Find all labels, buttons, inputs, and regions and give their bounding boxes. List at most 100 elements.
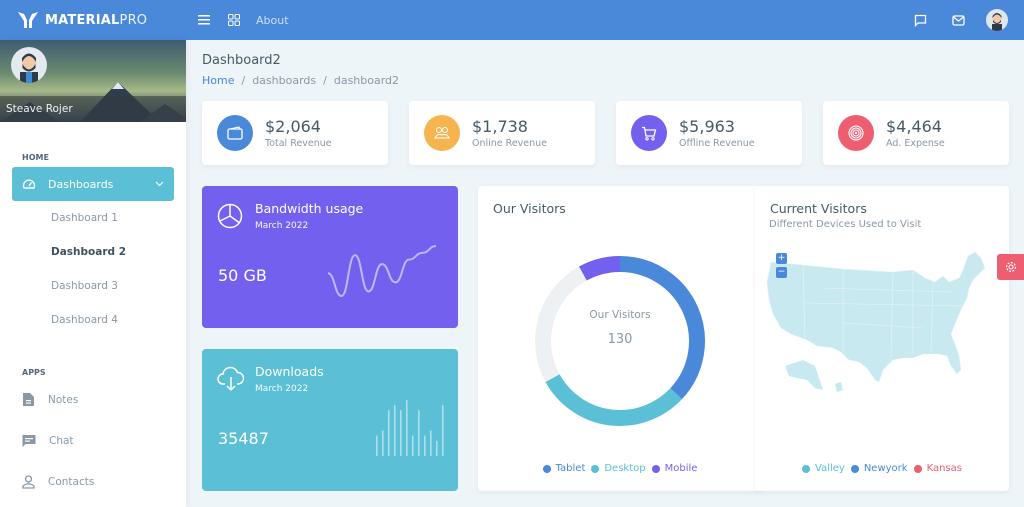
logo-icon — [18, 12, 38, 28]
page-title: Dashboard2 — [202, 53, 281, 68]
breadcrumb-dashboards[interactable]: dashboards — [252, 74, 316, 87]
mail-icon[interactable] — [950, 12, 966, 28]
legend-label: Valley — [815, 463, 845, 474]
breadcrumb-separator: / — [241, 74, 246, 87]
downloads-value: 35487 — [218, 429, 269, 448]
donut-slice-other[interactable] — [535, 266, 587, 382]
sidebar-item-dashboard-4[interactable]: Dashboard 4 — [51, 314, 118, 326]
bandwidth-value: 50 GB — [218, 266, 267, 285]
stat-value: $5,963 — [679, 116, 735, 136]
current-visitors-card: Current Visitors Different Devices Used … — [755, 186, 1009, 491]
wallet-icon — [217, 115, 253, 151]
map-zoom-out-button[interactable]: − — [776, 267, 787, 278]
user-profile: Steave Rojer — [0, 40, 186, 122]
donut-center-value: 130 — [607, 332, 633, 347]
breadcrumb-current: dashboard2 — [333, 74, 400, 87]
stat-label: Ad. Expense — [886, 137, 945, 149]
about-link[interactable]: About — [256, 14, 289, 27]
stat-card-total-revenue: $2,064 Total Revenue — [202, 101, 388, 165]
sidebar-item-dashboards[interactable]: Dashboards — [12, 167, 174, 201]
download-bar — [376, 435, 378, 456]
brand-name: MATERIALPRO — [45, 12, 148, 28]
legend-item-tablet[interactable]: Tablet — [542, 463, 586, 474]
downloads-subtitle: March 2022 — [255, 384, 309, 394]
legend-item-newyork[interactable]: Newyork — [850, 463, 908, 474]
chevron-down-icon — [155, 181, 164, 187]
legend-dot — [850, 464, 859, 473]
legend-dot — [651, 464, 660, 473]
sidebar-item-contacts[interactable]: Contacts — [22, 475, 94, 489]
download-bar — [406, 400, 408, 456]
bandwidth-title: Bandwidth usage — [255, 201, 364, 216]
download-bar — [436, 440, 438, 456]
sidebar-item-chat[interactable]: Chat — [22, 434, 74, 448]
downloads-card: Downloads March 2022 35487 — [202, 349, 458, 491]
cart-icon — [631, 115, 667, 151]
donut-slice-mobile[interactable] — [579, 256, 621, 281]
downloads-title: Downloads — [255, 364, 324, 379]
sidebar-item-label: Dashboards — [48, 177, 114, 191]
breadcrumb: Home / dashboards / dashboard2 — [202, 74, 399, 87]
donut-slice-desktop[interactable] — [545, 374, 682, 426]
breadcrumb-separator: / — [323, 74, 327, 87]
bandwidth-subtitle: March 2022 — [255, 221, 309, 231]
map-legend: Valley Newyork Kansas — [755, 463, 1009, 474]
download-bar — [412, 435, 414, 456]
users-icon — [424, 115, 460, 151]
donut-slice-tablet[interactable] — [619, 256, 705, 400]
chat-icon — [22, 435, 36, 447]
brand-logo[interactable]: MATERIALPRO — [0, 0, 186, 40]
stat-label: Offline Revenue — [679, 137, 755, 149]
profile-avatar[interactable] — [11, 47, 47, 83]
legend-dot — [802, 464, 810, 473]
grid-icon[interactable] — [226, 12, 242, 28]
note-icon — [23, 393, 34, 406]
legend-label: Desktop — [604, 463, 646, 474]
stat-label: Total Revenue — [265, 137, 332, 149]
cloud-download-icon — [217, 366, 245, 392]
settings-button[interactable] — [997, 254, 1024, 280]
legend-item-desktop[interactable]: Desktop — [591, 463, 646, 474]
breadcrumb-home[interactable]: Home — [202, 74, 234, 87]
chat-icon[interactable] — [912, 12, 928, 28]
top-navbar: MATERIALPRO About — [0, 0, 1024, 40]
legend-label: Mobile — [664, 463, 698, 474]
pie-chart-icon — [217, 203, 243, 229]
card-title: Our Visitors — [493, 201, 566, 216]
sidebar-item-dashboard-2[interactable]: Dashboard 2 — [51, 246, 126, 258]
legend-dot — [591, 464, 600, 473]
stat-value: $4,464 — [886, 116, 942, 136]
gear-icon — [1005, 261, 1016, 273]
user-avatar[interactable] — [986, 9, 1008, 31]
legend-item-valley[interactable]: Valley — [802, 463, 845, 474]
sidebar-item-dashboard-1[interactable]: Dashboard 1 — [51, 212, 118, 224]
legend-label: Tablet — [555, 463, 586, 474]
sidebar-item-dashboard-3[interactable]: Dashboard 3 — [51, 280, 118, 292]
target-icon — [838, 115, 874, 151]
card-subtitle: Different Devices Used to Visit — [769, 219, 922, 230]
user-icon — [22, 475, 35, 489]
legend-item-mobile[interactable]: Mobile — [651, 463, 698, 474]
sidebar: Steave Rojer HOME Dashboards Dashboard 1… — [0, 40, 186, 507]
legend-dot — [913, 464, 922, 473]
download-bar — [430, 430, 432, 456]
map-zoom-in-button[interactable]: + — [776, 253, 787, 264]
section-apps: APPS — [22, 368, 46, 377]
usa-map[interactable] — [763, 248, 1003, 428]
legend-label: Kansas — [926, 463, 962, 474]
stat-card-offline-revenue: $5,963 Offline Revenue — [616, 101, 802, 165]
download-bar — [442, 405, 444, 456]
profile-name[interactable]: Steave Rojer — [6, 103, 73, 115]
card-title: Current Visitors — [770, 201, 867, 216]
legend-dot — [542, 464, 551, 473]
stat-card-online-revenue: $1,738 Online Revenue — [409, 101, 595, 165]
download-bar — [394, 405, 396, 456]
legend-item-kansas[interactable]: Kansas — [913, 463, 962, 474]
download-bar — [388, 410, 390, 456]
bandwidth-card: Bandwidth usage March 2022 50 GB — [202, 186, 458, 328]
sidebar-item-notes[interactable]: Notes — [22, 392, 78, 407]
sparkline-path — [327, 245, 437, 298]
stat-value: $1,738 — [472, 116, 528, 136]
menu-icon[interactable] — [196, 12, 212, 28]
download-bar — [382, 430, 384, 456]
